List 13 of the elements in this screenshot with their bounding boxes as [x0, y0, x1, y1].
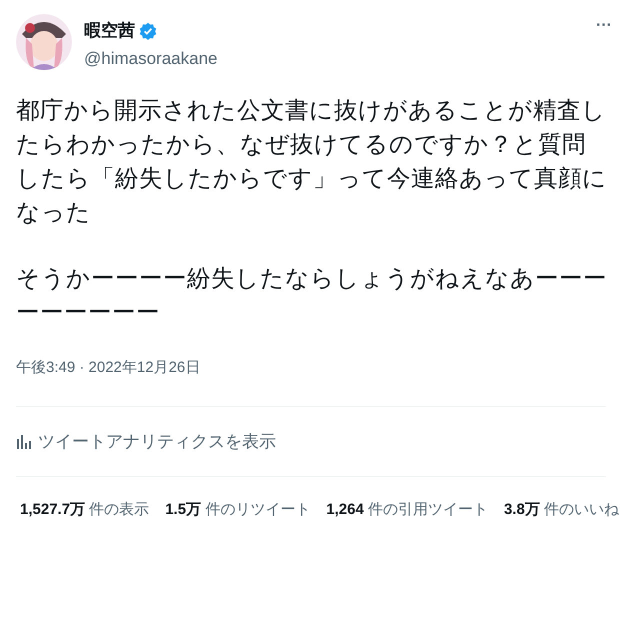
stat-link[interactable]: 1,264 件の引用ツイート	[326, 499, 488, 522]
avatar[interactable]	[16, 14, 72, 70]
stat-link[interactable]: 1.5万 件のリツイート	[165, 499, 310, 522]
more-button[interactable]: ···	[596, 14, 612, 38]
author-name[interactable]: 暇空茜	[84, 18, 135, 44]
stat-link[interactable]: 1,527.7万 件の表示	[20, 499, 150, 522]
stat-link[interactable]: 3.8万 件のいいね	[504, 499, 619, 522]
analytics-link[interactable]: ツイートアナリティクスを表示	[38, 428, 276, 454]
tweet-timestamp[interactable]: 午後3:49 · 2022年12月26日	[16, 357, 618, 380]
tweet-text: 都庁から開示された公文書に抜けがあることが精査したらわかったから、なぜ抜けてるのですか？と質問したら「紛失したからです」って今連絡あって真顔になった	[16, 96, 608, 227]
author-handle[interactable]: @himasoraakane	[84, 46, 218, 71]
tweet-text: そうかーーーー紛失したならしょうがねえなあーーーーーーーーー	[16, 264, 608, 327]
bar-chart-icon	[16, 433, 32, 450]
